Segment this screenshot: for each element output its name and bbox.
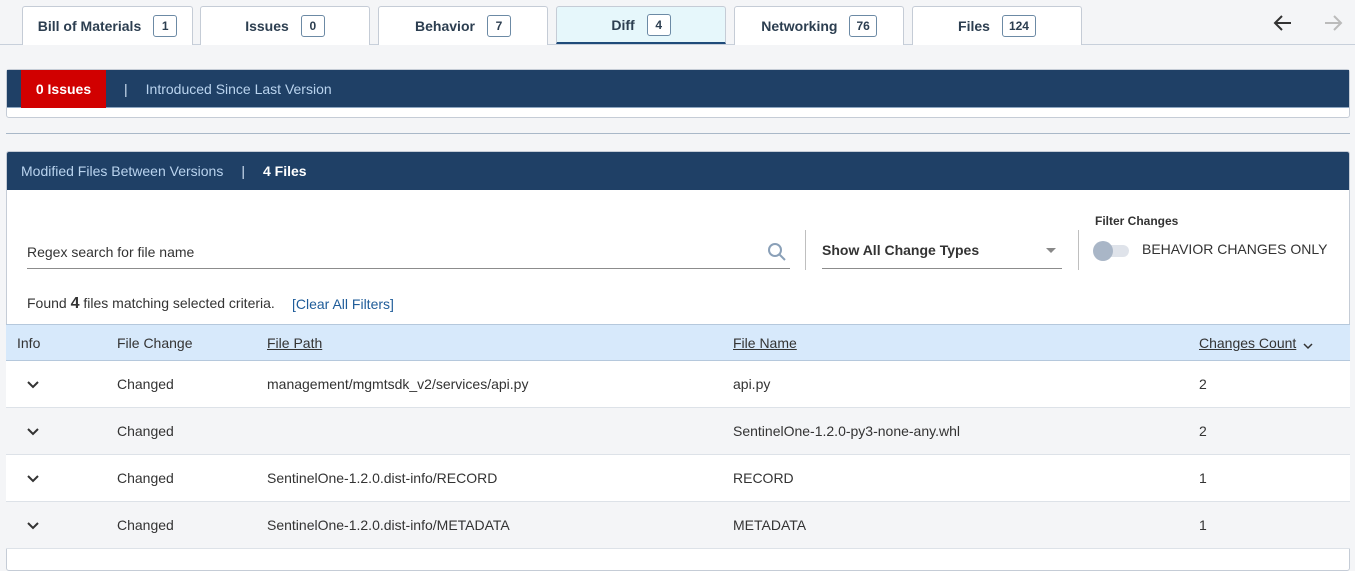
tab-issues[interactable]: Issues 0 [200, 6, 370, 45]
file-change-cell: Changed [117, 376, 174, 392]
tab-count-badge: 0 [300, 15, 325, 37]
panel-title: Modified Files Between Versions [21, 163, 224, 179]
file-name-cell: api.py [733, 376, 771, 392]
tab-count-badge: 4 [646, 13, 671, 36]
tab-count-badge: 7 [486, 15, 511, 37]
tab-count-badge: 1 [153, 15, 178, 37]
table-header: Info File Change File Path File Name Cha… [6, 324, 1350, 361]
tab-count-badge: 76 [849, 15, 877, 37]
separator: | [124, 80, 128, 97]
divider [1078, 230, 1079, 270]
search-icon[interactable] [767, 242, 787, 262]
change-type-select[interactable]: Show All Change Types [822, 232, 1062, 269]
expand-chevron-icon[interactable] [26, 378, 40, 392]
tab-label: Behavior [415, 18, 475, 34]
tab-behavior[interactable]: Behavior 7 [378, 6, 548, 45]
issues-panel: 0 Issues | Introduced Since Last Version [6, 69, 1350, 118]
tab-label: Diff [611, 16, 635, 33]
expand-chevron-icon[interactable] [26, 425, 40, 439]
found-prefix: Found [27, 295, 67, 311]
tab-bill-of-materials[interactable]: Bill of Materials 1 [22, 6, 193, 45]
file-name-cell: SentinelOne-1.2.0-py3-none-any.whl [733, 423, 960, 439]
column-header-file-name[interactable]: File Name [733, 335, 797, 351]
tab-count-badge: 124 [1001, 15, 1036, 37]
separator: | [241, 163, 245, 179]
file-path-cell: management/mgmtsdk_v2/services/api.py [267, 376, 529, 392]
table-row[interactable]: Changed SentinelOne-1.2.0.dist-info/META… [6, 502, 1350, 549]
modified-files-header: Modified Files Between Versions | 4 File… [7, 152, 1349, 190]
found-count: 4 [70, 295, 80, 312]
file-count-label: 4 Files [262, 163, 307, 179]
changes-count-cell: 2 [1199, 423, 1207, 439]
clear-filters-link[interactable]: [Clear All Filters] [292, 296, 394, 312]
file-name-cell: METADATA [733, 517, 807, 533]
table-row[interactable]: Changed SentinelOne-1.2.0.dist-info/RECO… [6, 455, 1350, 502]
tab-bar: Bill of Materials 1 Issues 0 Behavior 7 … [0, 0, 1355, 45]
found-suffix: files matching selected criteria. [83, 295, 275, 311]
arrow-right-icon[interactable] [1322, 12, 1344, 34]
changes-count-cell: 1 [1199, 470, 1207, 486]
issues-count-badge: 0 Issues [21, 69, 106, 108]
toggle-label: BEHAVIOR CHANGES ONLY [1142, 241, 1328, 257]
results-summary: Found 4 files matching selected criteria… [27, 295, 275, 313]
toggle-knob [1093, 241, 1113, 261]
table-row[interactable]: Changed management/mgmtsdk_v2/services/a… [6, 361, 1350, 408]
change-type-value: Show All Change Types [822, 242, 980, 258]
file-change-cell: Changed [117, 423, 174, 439]
column-header-file-path[interactable]: File Path [267, 335, 322, 351]
column-header-info: Info [17, 335, 41, 351]
divider [6, 133, 1350, 134]
column-header-changes-count[interactable]: Changes Count [1199, 335, 1296, 351]
issues-header-text: Introduced Since Last Version [145, 80, 332, 97]
sort-desc-icon[interactable] [1302, 338, 1314, 356]
tab-label: Issues [245, 18, 289, 34]
tab-files[interactable]: Files 124 [912, 6, 1082, 45]
arrow-left-icon[interactable] [1272, 12, 1294, 34]
file-path-cell: SentinelOne-1.2.0.dist-info/RECORD [267, 470, 498, 486]
tab-networking[interactable]: Networking 76 [734, 6, 904, 45]
tab-label: Bill of Materials [37, 18, 142, 34]
file-name-cell: RECORD [733, 470, 794, 486]
file-path-cell: SentinelOne-1.2.0.dist-info/METADATA [267, 517, 510, 533]
file-search [27, 236, 790, 269]
expand-chevron-icon[interactable] [26, 519, 40, 533]
tab-label: Files [958, 18, 990, 34]
column-header-file-change: File Change [117, 335, 193, 351]
issues-header: 0 Issues | Introduced Since Last Version [7, 69, 1349, 108]
behavior-changes-toggle[interactable] [1093, 241, 1131, 261]
changes-count-cell: 2 [1199, 376, 1207, 392]
file-change-cell: Changed [117, 470, 174, 486]
tab-label: Networking [761, 18, 838, 34]
changes-count-cell: 1 [1199, 517, 1207, 533]
file-change-cell: Changed [117, 517, 174, 533]
search-input[interactable] [27, 236, 757, 268]
divider [805, 230, 806, 270]
table-row[interactable]: Changed SentinelOne-1.2.0-py3-none-any.w… [6, 408, 1350, 455]
filter-changes-label: Filter Changes [1095, 214, 1179, 228]
tab-diff[interactable]: Diff 4 [556, 6, 726, 44]
expand-chevron-icon[interactable] [26, 472, 40, 486]
chevron-down-icon [1046, 248, 1056, 253]
